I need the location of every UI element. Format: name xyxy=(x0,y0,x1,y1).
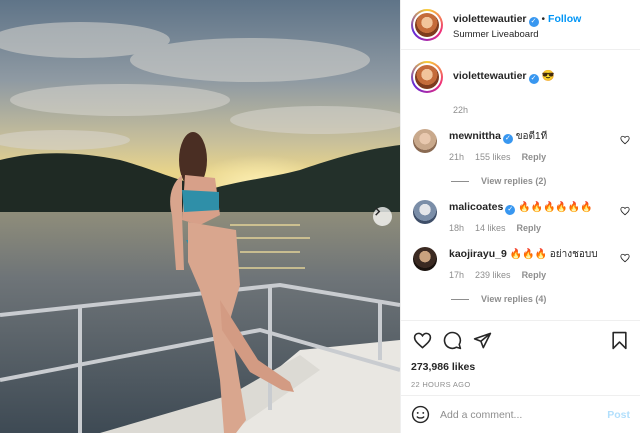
post-header: violettewautier ✓ • Follow Summer Liveaboar… xyxy=(401,0,640,50)
share-icon xyxy=(473,332,491,348)
comment-likes[interactable]: 14 likes xyxy=(475,223,506,233)
caption-time: 22h xyxy=(453,105,469,115)
comment-input[interactable] xyxy=(440,408,608,421)
instagram-post: violettewautier ✓ • Follow Summer Liveaboar… xyxy=(0,0,640,433)
comment-button[interactable] xyxy=(441,329,463,351)
next-arrow-icon xyxy=(375,207,381,216)
comment-time: 17h xyxy=(449,270,465,280)
comment-time: 18h xyxy=(449,223,465,233)
view-replies-button[interactable]: View replies (4) xyxy=(451,294,630,304)
comment-icon xyxy=(443,331,461,349)
like-count[interactable]: 273,986 likes xyxy=(411,361,630,373)
add-comment-bar: Post xyxy=(401,395,640,433)
view-replies-label: View replies (2) xyxy=(481,176,547,186)
like-comment-heart-icon[interactable] xyxy=(620,253,630,263)
author-username[interactable]: violettewautier xyxy=(453,13,527,25)
photo-scene xyxy=(0,0,400,433)
post-actions: 273,986 likes 22 HOURS AGO xyxy=(401,320,640,389)
location-link[interactable]: Summer Liveaboard xyxy=(453,29,581,41)
reply-button[interactable]: Reply xyxy=(517,223,542,233)
verified-badge-icon: ✓ xyxy=(505,205,516,215)
comment-text: 🔥🔥🔥🔥🔥🔥 xyxy=(518,202,593,213)
reply-button[interactable]: Reply xyxy=(522,152,547,162)
caption-text: 😎 xyxy=(541,70,555,82)
comment-item: malicoates ✓ 🔥🔥🔥🔥🔥🔥 18h 14 likes Reply xyxy=(411,200,630,233)
comments-list[interactable]: violettewautier ✓ 😎 22h mewnittha ✓ ขอตี1ท… xyxy=(401,51,640,320)
next-image-button[interactable] xyxy=(373,207,392,226)
comment-time: 21h xyxy=(449,152,465,162)
heart-icon xyxy=(413,332,431,349)
comment-text: ขอตี1ที xyxy=(515,131,548,142)
verified-badge-icon: ✓ xyxy=(528,74,539,84)
comment-username[interactable]: mewnittha xyxy=(449,130,501,142)
comment-likes[interactable]: 239 likes xyxy=(475,270,511,280)
like-comment-heart-icon[interactable] xyxy=(620,206,630,216)
comment-text: 🔥🔥🔥 อย่างชอบบ xyxy=(509,249,598,260)
post-timestamp: 22 HOURS AGO xyxy=(411,380,471,389)
comment-avatar[interactable] xyxy=(413,200,437,224)
verified-badge-icon: ✓ xyxy=(502,134,513,144)
caption-avatar[interactable] xyxy=(411,61,443,93)
save-button[interactable] xyxy=(608,329,630,351)
follow-button[interactable]: Follow xyxy=(548,13,581,25)
view-replies-label: View replies (4) xyxy=(481,294,547,304)
post-comment-button[interactable]: Post xyxy=(607,409,630,421)
like-button[interactable] xyxy=(411,329,433,351)
verified-badge-icon: ✓ xyxy=(528,16,539,27)
comment-item: kaojirayu_9 🔥🔥🔥 อย่างชอบบ 17h 239 likes Re… xyxy=(411,247,630,280)
comment-username[interactable]: malicoates xyxy=(449,201,503,213)
comment-likes[interactable]: 155 likes xyxy=(475,152,511,162)
bookmark-icon xyxy=(611,331,627,349)
comment-avatar[interactable] xyxy=(413,247,437,271)
post-photo[interactable] xyxy=(0,0,400,433)
share-button[interactable] xyxy=(471,329,493,351)
comment-username[interactable]: kaojirayu_9 xyxy=(449,248,507,260)
like-comment-heart-icon[interactable] xyxy=(620,135,630,145)
comment-item: mewnittha ✓ ขอตี1ที 21h 155 likes Reply xyxy=(411,129,630,162)
post-sidebar: violettewautier ✓ • Follow Summer Liveaboar… xyxy=(400,0,640,433)
caption-username[interactable]: violettewautier xyxy=(453,70,527,82)
reply-button[interactable]: Reply xyxy=(522,270,547,280)
caption: violettewautier ✓ 😎 xyxy=(411,61,630,93)
comment-avatar[interactable] xyxy=(413,129,437,153)
emoji-icon[interactable] xyxy=(411,405,430,424)
author-avatar[interactable] xyxy=(411,8,443,41)
separator-dot: • xyxy=(541,13,546,25)
view-replies-button[interactable]: View replies (2) xyxy=(451,176,630,186)
